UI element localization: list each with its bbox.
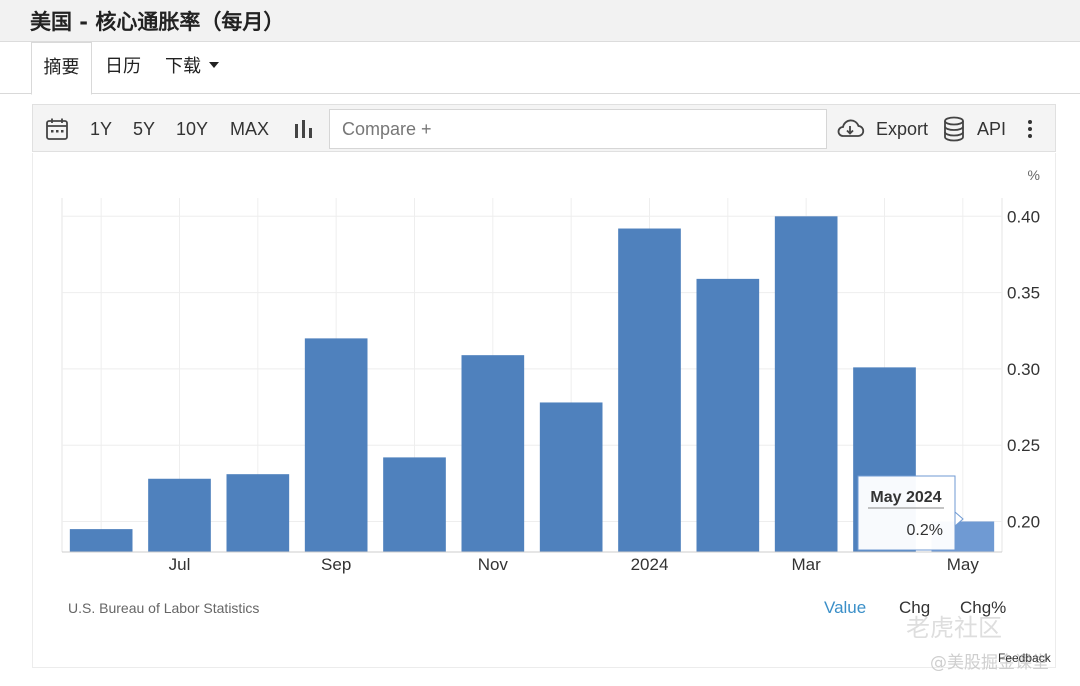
tooltip-title: May 2024 — [870, 489, 941, 506]
y-tick-label: 0.40 — [1007, 207, 1040, 226]
data-source: U.S. Bureau of Labor Statistics — [68, 600, 260, 616]
bar[interactable] — [69, 529, 133, 552]
feedback-link[interactable]: Feedback — [998, 651, 1051, 665]
series-tab-value[interactable]: Value — [824, 598, 866, 618]
bar[interactable] — [383, 457, 446, 552]
y-axis: 0.20 0.25 0.30 0.35 0.40 — [1007, 207, 1040, 531]
bar-chart[interactable]: Jul Sep Nov 2024 Mar May 0.20 0.25 0.30 0.35 0.40… — [0, 0, 1080, 686]
bar[interactable] — [618, 228, 681, 552]
tooltip-value: 0.2% — [907, 522, 943, 539]
y-unit-label: % — [1028, 167, 1040, 183]
bar[interactable] — [148, 478, 211, 552]
y-tick-label: 0.20 — [1007, 512, 1040, 531]
x-tick-label: May — [947, 555, 980, 574]
x-tick-label: 2024 — [631, 555, 669, 574]
y-tick-label: 0.25 — [1007, 436, 1040, 455]
x-tick-label: Jul — [169, 555, 191, 574]
x-axis: Jul Sep Nov 2024 Mar May — [62, 551, 1002, 574]
bar[interactable] — [304, 338, 368, 552]
y-tick-label: 0.35 — [1007, 284, 1040, 303]
bar[interactable] — [696, 278, 760, 552]
x-tick-label: Nov — [478, 555, 509, 574]
chart-tooltip: May 2024 0.2% — [857, 475, 964, 551]
x-tick-label: Mar — [792, 555, 822, 574]
watermark-community: 老虎社区 — [906, 614, 1002, 642]
bar[interactable] — [539, 402, 603, 552]
bar[interactable] — [461, 355, 525, 552]
x-tick-label: Sep — [321, 555, 351, 574]
y-tick-label: 0.30 — [1007, 360, 1040, 379]
bar[interactable] — [226, 474, 290, 552]
bar-series — [69, 216, 995, 552]
bar[interactable] — [774, 216, 838, 552]
